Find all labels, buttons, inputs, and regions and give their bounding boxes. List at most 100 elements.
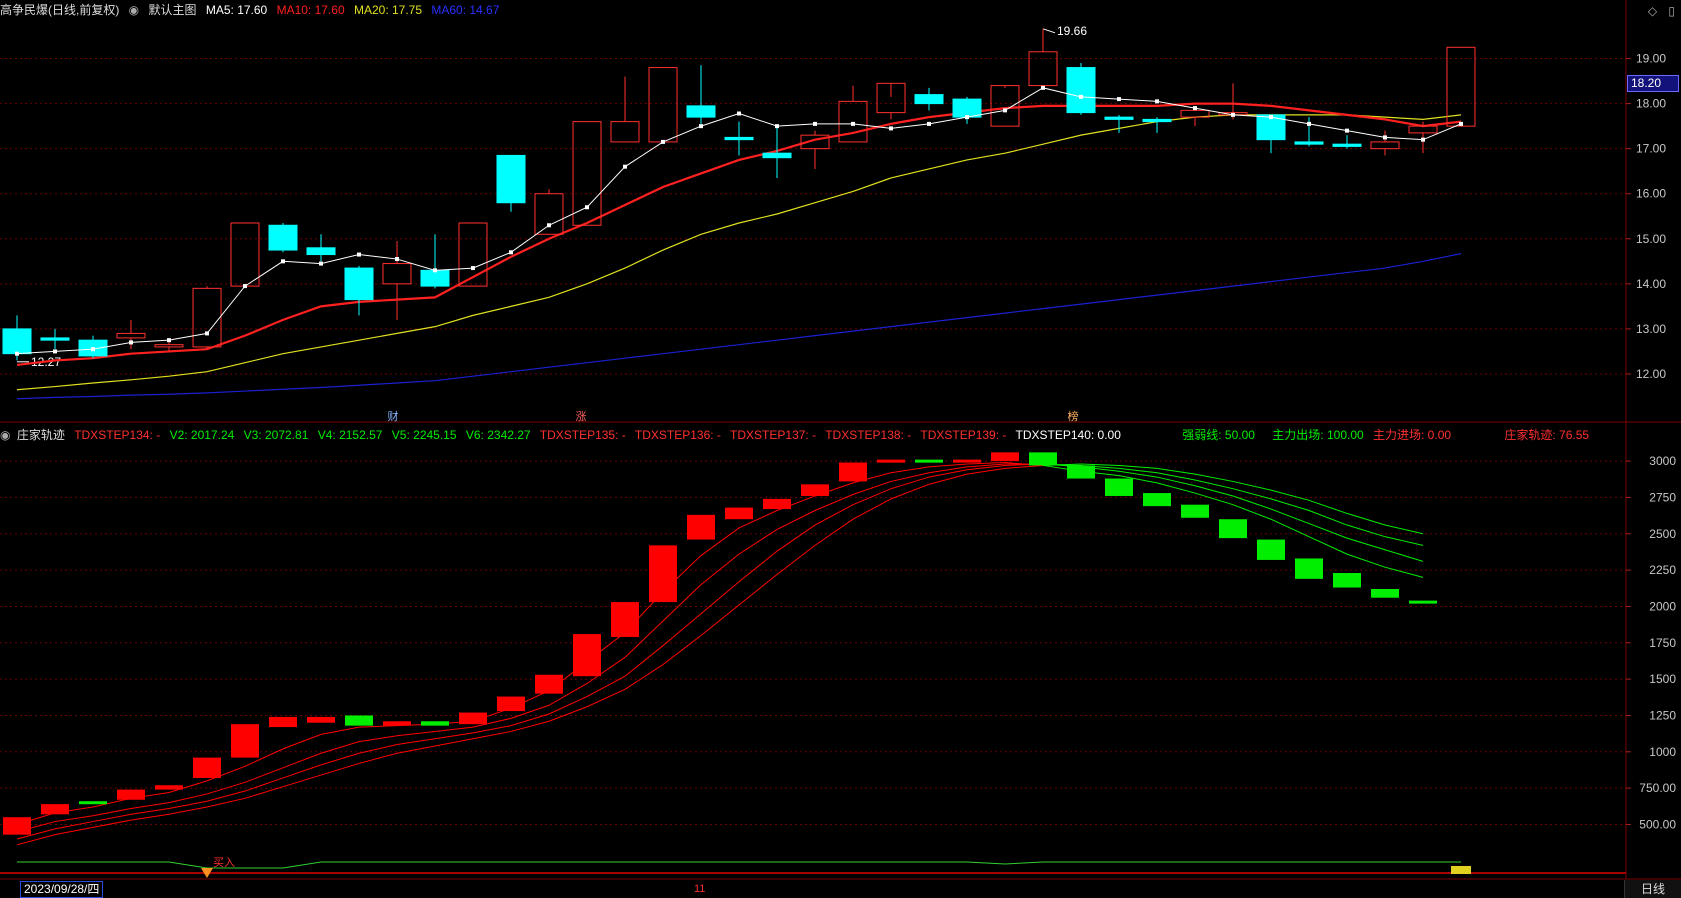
y-tick-label: 19.00 (1636, 52, 1666, 66)
block-up (801, 484, 829, 496)
block-up (269, 716, 297, 728)
ma60-polyline (16, 253, 1462, 400)
indicator-dropdown-icon[interactable]: ◉ (129, 3, 139, 17)
ma20-polyline (16, 114, 1462, 391)
ma5-dot (1421, 137, 1425, 142)
block-down (915, 459, 943, 463)
ma5-dot (1003, 108, 1007, 113)
candle-up (838, 100, 868, 143)
y-tick-label: 3000 (1649, 454, 1676, 468)
ma60-line (16, 253, 1462, 400)
block-up (497, 696, 525, 712)
candle-up (1028, 51, 1058, 87)
zlcc-value: 主力出场: 100.00 (1272, 428, 1364, 442)
event-marker-rise[interactable]: 涨 (574, 410, 588, 424)
high-arrow (1042, 28, 1056, 34)
block-up (155, 785, 183, 790)
block-up (649, 545, 677, 603)
ma5-dot (1155, 99, 1159, 104)
candle-up (154, 344, 184, 348)
candle-down (914, 94, 944, 105)
candle-up (572, 121, 602, 226)
block-up (725, 507, 753, 520)
ma5-dot (1079, 94, 1083, 99)
buy-signal-label: 买入 (213, 856, 235, 869)
bottom-bar (0, 879, 1681, 898)
ma5-value: MA5: 17.60 (205, 3, 268, 17)
candle-down (306, 247, 336, 256)
month-marker: 11 (694, 883, 706, 895)
candle-up (534, 193, 564, 235)
v2-value: V2: 2017.24 (169, 428, 235, 442)
y-tick-label: 1250 (1649, 708, 1676, 722)
y-tick-label: 2500 (1649, 527, 1676, 541)
block-down (1029, 452, 1057, 466)
block-up (611, 602, 639, 637)
v4-value: V4: 2152.57 (317, 428, 383, 442)
current-price-tag: 18.20 (1627, 75, 1679, 92)
block-down (1257, 539, 1285, 560)
stock-title[interactable]: 高争民爆(日线,前复权) (0, 3, 119, 17)
candle-down (344, 267, 374, 301)
ma5-dot (699, 124, 703, 129)
ma5-dot (851, 121, 855, 126)
strip-end-marker (1451, 866, 1471, 874)
ma20-value: MA20: 17.75 (353, 3, 423, 17)
sub-indicator-icon[interactable]: ◉ (0, 428, 10, 442)
ma5-dot (1193, 106, 1197, 111)
ma5-dot (281, 259, 285, 264)
zljc-value: 主力进场: 0.00 (1373, 428, 1452, 442)
collapse-icon[interactable]: ▯ (1668, 4, 1675, 18)
trail-line-down (1042, 463, 1424, 562)
y-tick-label: 18.00 (1636, 97, 1666, 111)
sub-blocks (3, 452, 1437, 835)
y-tick-label: 2750 (1649, 490, 1676, 504)
ma5-dot (775, 124, 779, 129)
block-down (1181, 504, 1209, 518)
y-tick-label: 12.00 (1636, 367, 1666, 381)
trail-line-up (16, 463, 1043, 833)
candles (2, 28, 1476, 361)
block-down (1371, 588, 1399, 598)
y-tick-label: 2250 (1649, 563, 1676, 577)
candle-down (762, 152, 792, 159)
block-up (193, 757, 221, 778)
sub-header: ◉ 庄家轨迹 TDXSTEP134: - V2: 2017.24 V3: 207… (0, 425, 1595, 445)
candle-up (1446, 46, 1476, 127)
diamond-icon[interactable]: ◇ (1648, 4, 1657, 18)
y-tick-label: 15.00 (1636, 232, 1666, 246)
ma5-dot (1307, 121, 1311, 126)
candle-up (990, 85, 1020, 127)
step137-value: TDXSTEP137: - (730, 428, 817, 442)
candle-down (268, 224, 298, 251)
ma5-dot (737, 111, 741, 116)
ma5-dot (1117, 97, 1121, 102)
ma5-dot (1345, 128, 1349, 133)
ma60-value: MA60: 14.67 (431, 3, 500, 17)
step135-value: TDXSTEP135: - (539, 428, 626, 442)
ma5-dot (927, 121, 931, 126)
period-tab-daily[interactable]: 日线 (1624, 880, 1681, 898)
y-tick-label: 14.00 (1636, 277, 1666, 291)
y-tick-label: 2000 (1649, 599, 1676, 613)
ma5-dot (1269, 115, 1273, 120)
block-down (1105, 478, 1133, 496)
sub-grid (0, 460, 1626, 825)
ma5-dot (547, 223, 551, 228)
trail-line-up (16, 463, 1044, 840)
ma5-dot (1459, 121, 1463, 126)
candle-up (116, 332, 146, 339)
ma5-dot (623, 164, 627, 169)
block-up (953, 459, 981, 463)
event-marker-ranking[interactable]: 榜 (1066, 410, 1080, 424)
event-marker-finance[interactable]: 财 (386, 410, 400, 424)
block-down (1409, 600, 1437, 604)
block-up (839, 462, 867, 482)
indicator-name[interactable]: 默认主图 (149, 3, 197, 17)
sub-indicator-name[interactable]: 庄家轨迹 (17, 428, 65, 442)
kline-chart[interactable]: 19.6612.27 12.0013.0014.0015.0016.0017.0… (0, 0, 1681, 898)
block-up (231, 724, 259, 758)
block-down (1067, 465, 1095, 479)
ma5-dot (889, 126, 893, 131)
ma5-dot (965, 115, 969, 120)
